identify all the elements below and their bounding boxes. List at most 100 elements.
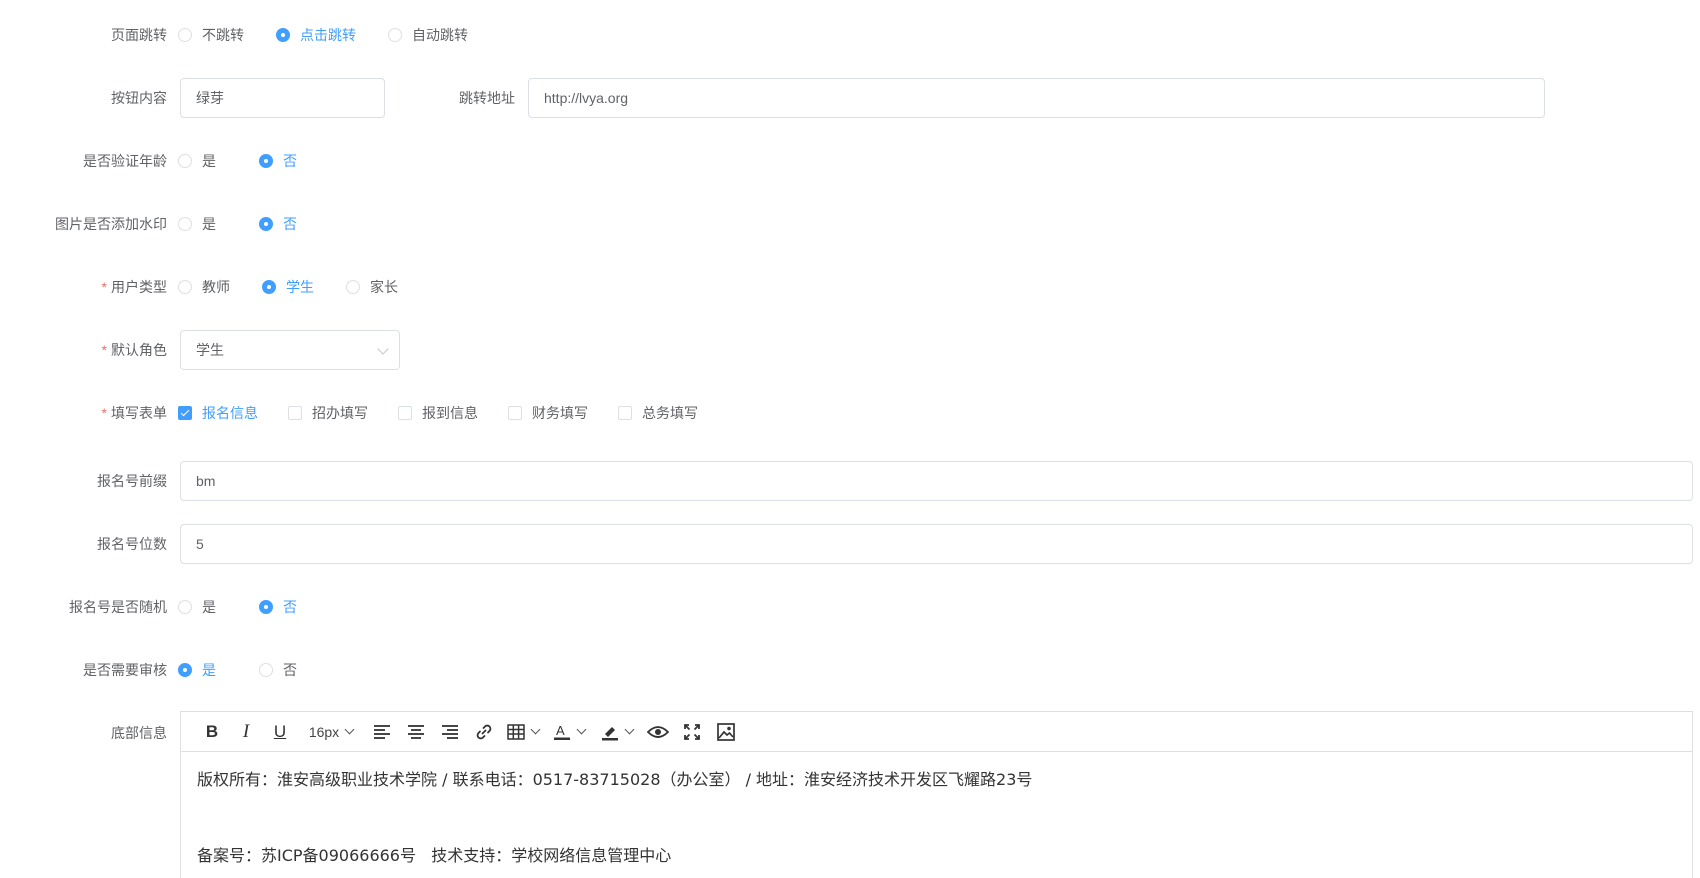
jump-url-input[interactable]: http://lvya.org [528,78,1545,118]
default-role-select[interactable]: 学生 [180,330,400,370]
reg-digits-label: 报名号位数 [97,536,167,552]
checkbox-icon [398,406,412,420]
default-role-label: * 默认角色 [101,342,167,358]
radio-circle-icon [178,600,192,614]
radio-circle-icon [178,663,192,677]
button-content-row: 按钮内容 绿芽 跳转地址 http://lvya.org [0,78,1700,118]
verify-age-label: 是否验证年龄 [83,153,167,169]
footer-info-label: 底部信息 [111,725,167,741]
watermark-row: 图片是否添加水印 是 否 [0,214,1700,234]
need-review-label: 是否需要审核 [83,662,167,678]
font-color-icon[interactable]: A [545,717,593,747]
radio-circle-icon [178,280,192,294]
reg-random-radio-group: 是 否 [178,597,329,617]
radio-circle-icon [262,280,276,294]
italic-icon[interactable]: I [229,717,263,747]
radio-circle-icon [178,154,192,168]
page-jump-option-auto[interactable]: 自动跳转 [388,25,468,45]
align-center-icon[interactable] [399,717,433,747]
radio-circle-icon [388,28,402,42]
jump-url-label: 跳转地址 [459,90,515,106]
rich-text-editor: B I U 16px A 版权所有：淮安高级职业技术学院 / 联系电话：0517… [180,711,1693,878]
verify-age-option-no[interactable]: 否 [259,151,297,171]
fullscreen-icon[interactable] [675,717,709,747]
forms-label: * 填写表单 [101,405,167,421]
page-jump-radio-group: 不跳转 点击跳转 自动跳转 [178,25,500,45]
reg-digits-input[interactable]: 5 [180,524,1693,564]
align-right-icon[interactable] [433,717,467,747]
reg-random-option-yes[interactable]: 是 [178,597,216,617]
chevron-down-icon [624,724,635,734]
page-jump-option-click[interactable]: 点击跳转 [276,25,356,45]
editor-toolbar: B I U 16px A [181,712,1692,752]
default-role-row: * 默认角色 学生 [0,330,1700,370]
user-type-row: * 用户类型 教师 学生 家长 [0,277,1700,297]
watermark-label: 图片是否添加水印 [55,216,167,232]
page-jump-row: 页面跳转 不跳转 点击跳转 自动跳转 [0,25,1700,45]
watermark-option-no[interactable]: 否 [259,214,297,234]
preview-eye-icon[interactable] [641,717,675,747]
reg-random-row: 报名号是否随机 是 否 [0,597,1700,617]
radio-circle-icon [346,280,360,294]
reg-random-label: 报名号是否随机 [69,599,167,615]
forms-option-registration[interactable]: 报名信息 [178,403,258,423]
checkbox-icon [178,406,192,420]
user-type-option-student[interactable]: 学生 [262,277,314,297]
footer-record-line: 备案号：苏ICP备09066666号 技术支持：学校网络信息管理中心 [197,846,672,865]
user-type-label: * 用户类型 [101,279,167,295]
verify-age-option-yes[interactable]: 是 [178,151,216,171]
editor-content[interactable]: 版权所有：淮安高级职业技术学院 / 联系电话：0517-83715028（办公室… [181,752,1692,878]
need-review-option-no[interactable]: 否 [259,660,297,680]
forms-option-check-in[interactable]: 报到信息 [398,403,478,423]
radio-circle-icon [178,28,192,42]
verify-age-radio-group: 是 否 [178,151,329,171]
reg-prefix-label: 报名号前缀 [97,473,167,489]
forms-option-admissions[interactable]: 招办填写 [288,403,368,423]
highlight-icon[interactable] [593,717,641,747]
user-type-option-parent[interactable]: 家长 [346,277,398,297]
footer-copyright-line: 版权所有：淮安高级职业技术学院 / 联系电话：0517-83715028（办公室… [197,770,1033,789]
radio-circle-icon [178,217,192,231]
checkbox-icon [288,406,302,420]
underline-icon[interactable]: U [263,717,297,747]
radio-circle-icon [259,600,273,614]
page-jump-option-none[interactable]: 不跳转 [178,25,244,45]
align-left-icon[interactable] [365,717,399,747]
button-content-label: 按钮内容 [111,90,167,106]
watermark-option-yes[interactable]: 是 [178,214,216,234]
chevron-down-icon [530,724,541,734]
radio-circle-icon [259,663,273,677]
user-type-radio-group: 教师 学生 家长 [178,277,430,297]
required-mark: * [101,342,107,358]
need-review-radio-group: 是 否 [178,660,329,680]
link-icon[interactable] [467,717,501,747]
required-mark: * [101,279,107,295]
chevron-down-icon [344,724,355,734]
watermark-radio-group: 是 否 [178,214,329,234]
image-icon[interactable] [709,717,743,747]
checkbox-icon [508,406,522,420]
radio-circle-icon [276,28,290,42]
forms-option-finance[interactable]: 财务填写 [508,403,588,423]
svg-text:A: A [556,723,565,738]
bold-icon[interactable]: B [195,717,229,747]
checkbox-icon [618,406,632,420]
reg-digits-row: 报名号位数 5 [0,524,1700,564]
forms-option-general-affairs[interactable]: 总务填写 [618,403,698,423]
chevron-down-icon [576,724,587,734]
required-mark: * [101,405,107,421]
verify-age-row: 是否验证年龄 是 否 [0,151,1700,171]
radio-circle-icon [259,217,273,231]
need-review-row: 是否需要审核 是 否 [0,660,1700,680]
reg-prefix-input[interactable]: bm [180,461,1693,501]
user-type-option-teacher[interactable]: 教师 [178,277,230,297]
page-jump-label: 页面跳转 [111,27,167,43]
need-review-option-yes[interactable]: 是 [178,660,216,680]
chevron-down-icon [377,343,389,355]
forms-checkbox-group: 报名信息 招办填写 报到信息 财务填写 总务填写 [178,403,728,423]
forms-row: * 填写表单 报名信息 招办填写 报到信息 财务填写 总务填写 [0,403,1700,423]
font-size-select[interactable]: 16px [297,717,365,747]
reg-random-option-no[interactable]: 否 [259,597,297,617]
table-icon[interactable] [501,717,545,747]
button-content-input[interactable]: 绿芽 [180,78,385,118]
